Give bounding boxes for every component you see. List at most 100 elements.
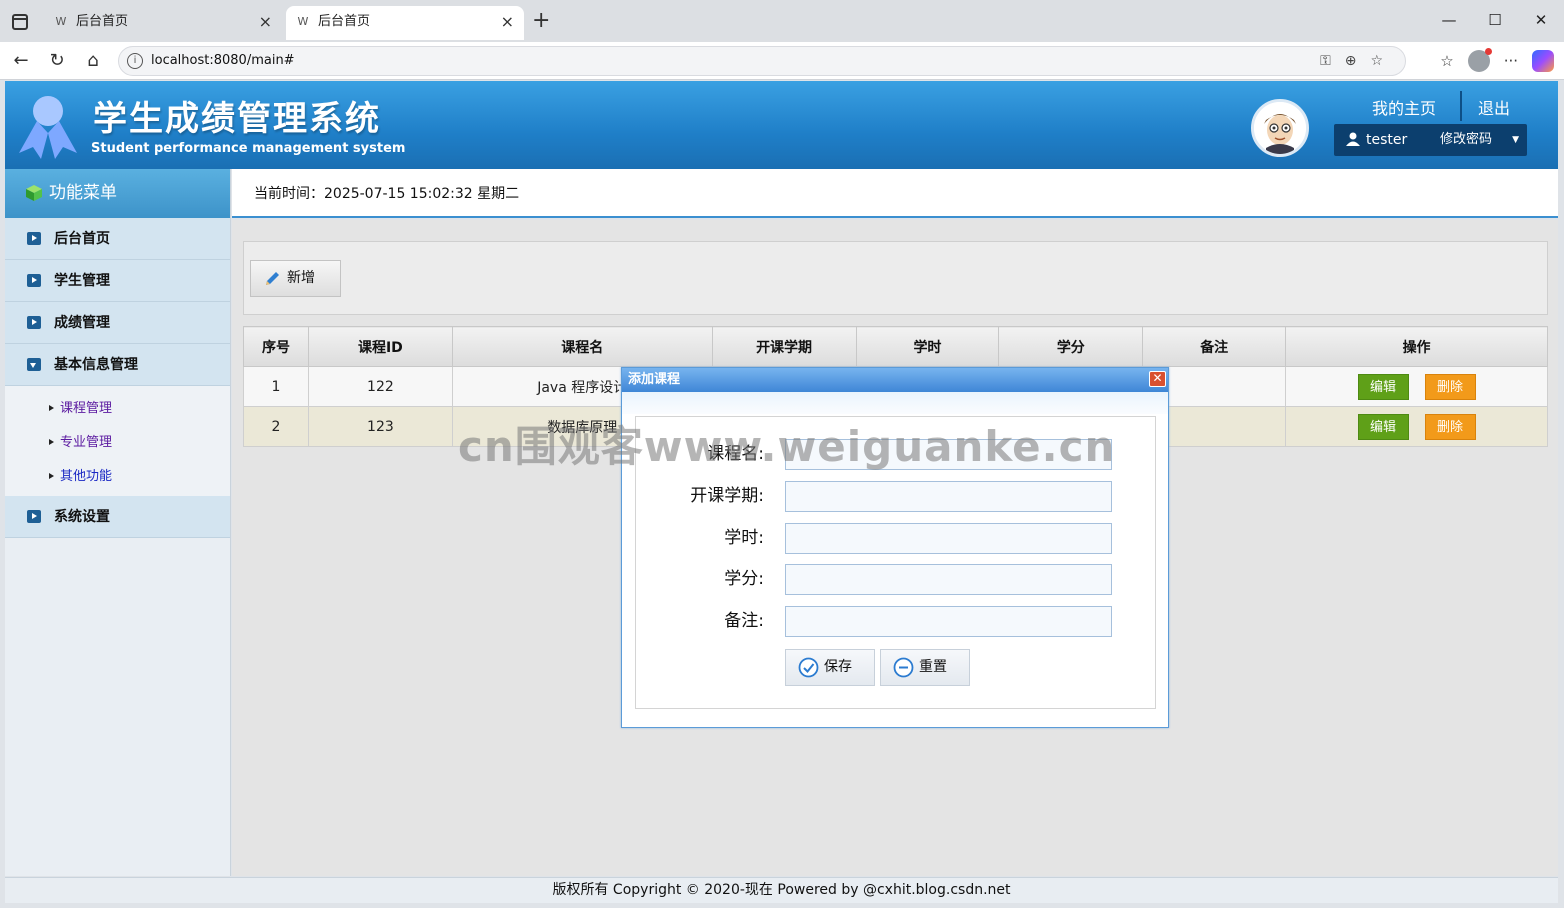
sidebar-subitem-majors[interactable]: 专业管理 bbox=[5, 426, 230, 460]
term-row: 开课学期: bbox=[636, 481, 1156, 512]
sidebar-item-dashboard[interactable]: 后台首页 bbox=[5, 218, 230, 260]
column-header[interactable]: 学分 bbox=[998, 326, 1144, 367]
avatar-face-icon bbox=[1254, 102, 1306, 154]
menu-title-label: 功能菜单 bbox=[49, 183, 117, 203]
favicon-icon: W bbox=[55, 15, 67, 28]
delete-button[interactable]: 删除 bbox=[1424, 373, 1476, 400]
close-tab-icon[interactable]: × bbox=[259, 6, 272, 38]
hours-input[interactable] bbox=[785, 523, 1112, 554]
course-name-row: 课程名: bbox=[636, 439, 1156, 470]
username: tester bbox=[1366, 132, 1408, 148]
column-header[interactable]: 序号 bbox=[243, 326, 309, 367]
edit-button[interactable]: 编辑 bbox=[1357, 413, 1409, 440]
sidebar-item-settings[interactable]: 系统设置 bbox=[5, 496, 230, 538]
cell-course-id: 122 bbox=[307, 366, 453, 407]
edit-button[interactable]: 编辑 bbox=[1357, 373, 1409, 400]
chevron-down-icon[interactable]: ▼ bbox=[1512, 124, 1519, 156]
column-header: 操作 bbox=[1285, 326, 1548, 367]
minus-circle-icon bbox=[893, 657, 914, 678]
credit-label: 学分: bbox=[724, 569, 764, 589]
pencil-icon bbox=[266, 272, 279, 285]
term-input[interactable] bbox=[785, 481, 1112, 512]
more-icon[interactable]: ··· bbox=[1504, 52, 1518, 70]
profile-icon[interactable] bbox=[1467, 48, 1492, 72]
sidebar-item-students[interactable]: 学生管理 bbox=[5, 260, 230, 302]
term-label: 开课学期: bbox=[690, 486, 764, 506]
url-text: localhost:8080/main# bbox=[151, 53, 295, 68]
toolbar: 新增 bbox=[243, 241, 1548, 315]
site-info-icon[interactable]: i bbox=[127, 53, 143, 69]
my-home-link[interactable]: 我的主页 bbox=[1372, 95, 1436, 119]
remark-input[interactable] bbox=[785, 606, 1112, 637]
column-header[interactable]: 备注 bbox=[1142, 326, 1287, 367]
credit-input[interactable] bbox=[785, 564, 1112, 595]
user-icon bbox=[1346, 132, 1360, 146]
remark-label: 备注: bbox=[724, 611, 764, 631]
browser-tab-1[interactable]: W 后台首页 × bbox=[44, 6, 282, 40]
course-name-label: 课程名: bbox=[707, 444, 764, 464]
cube-icon bbox=[26, 185, 42, 201]
dialog-form: 课程名: 开课学期: 学时: 学分: 备注: 保存 重置 bbox=[635, 416, 1156, 709]
menu-title: 功能菜单 bbox=[5, 169, 230, 218]
delete-button[interactable]: 删除 bbox=[1424, 413, 1476, 440]
close-icon[interactable]: ✕ bbox=[1149, 371, 1166, 387]
reset-button-label: 重置 bbox=[919, 659, 947, 675]
sidebar-item-label: 基本信息管理 bbox=[54, 357, 138, 373]
tab-actions-icon[interactable] bbox=[12, 14, 28, 30]
avatar bbox=[1251, 99, 1309, 157]
hours-label: 学时: bbox=[724, 528, 764, 548]
arrow-right-icon bbox=[27, 232, 41, 245]
browser-tab-2[interactable]: W 后台首页 × bbox=[286, 6, 524, 40]
column-header[interactable]: 课程ID bbox=[307, 326, 453, 367]
credit-row: 学分: bbox=[636, 564, 1156, 595]
minimize-icon[interactable]: — bbox=[1426, 0, 1472, 42]
header-divider bbox=[1460, 91, 1462, 121]
current-time: 当前时间：2025-07-15 15:02:32 星期二 bbox=[254, 186, 520, 202]
cell-index: 2 bbox=[243, 406, 309, 447]
url-field[interactable]: i localhost:8080/main# ⚿⊕☆ bbox=[118, 46, 1406, 76]
reload-icon[interactable]: ↻ bbox=[44, 48, 70, 74]
sidebar-item-label: 学生管理 bbox=[54, 273, 110, 289]
close-window-icon[interactable]: ✕ bbox=[1518, 0, 1564, 42]
dialog-band bbox=[622, 392, 1168, 414]
sidebar-item-label: 后台首页 bbox=[54, 231, 110, 247]
reset-button[interactable]: 重置 bbox=[880, 649, 970, 686]
home-icon[interactable]: ⌂ bbox=[80, 48, 106, 74]
favorites-icon[interactable]: ☆ bbox=[1440, 52, 1453, 70]
dialog-titlebar[interactable]: 添加课程 ✕ bbox=[622, 368, 1168, 392]
app-header: 学生成绩管理系统 Student performance management … bbox=[5, 81, 1558, 169]
sidebar-subitem-courses[interactable]: 课程管理 bbox=[5, 392, 230, 426]
cell-actions: 编辑 删除 bbox=[1285, 406, 1548, 447]
system-subtitle: Student performance management system bbox=[91, 141, 406, 156]
user-menu[interactable]: tester 修改密码 ▼ bbox=[1334, 124, 1527, 156]
logout-link[interactable]: 退出 bbox=[1478, 95, 1510, 119]
arrow-down-icon bbox=[27, 358, 41, 371]
save-button[interactable]: 保存 bbox=[785, 649, 875, 686]
table-header-row: 序号 课程ID 课程名 开课学期 学时 学分 备注 操作 bbox=[243, 326, 1548, 367]
sidebar-item-scores[interactable]: 成绩管理 bbox=[5, 302, 230, 344]
current-time-bar: 当前时间：2025-07-15 15:02:32 星期二 bbox=[232, 169, 1558, 218]
add-button-label: 新增 bbox=[287, 270, 315, 286]
back-icon[interactable]: ← bbox=[8, 48, 34, 74]
column-header[interactable]: 课程名 bbox=[451, 326, 713, 367]
favicon-icon: W bbox=[297, 15, 309, 28]
address-actions[interactable]: ⚿⊕☆ bbox=[1320, 47, 1397, 75]
cell-course-id: 123 bbox=[307, 406, 453, 447]
column-header[interactable]: 学时 bbox=[855, 326, 1000, 367]
sidebar-subitem-other[interactable]: 其他功能 bbox=[5, 460, 230, 494]
sidebar-item-label: 成绩管理 bbox=[54, 315, 110, 331]
course-name-input[interactable] bbox=[785, 439, 1112, 470]
copilot-icon[interactable] bbox=[1532, 50, 1554, 72]
sidebar-item-basic-info[interactable]: 基本信息管理 bbox=[5, 344, 230, 386]
sidebar: 功能菜单 后台首页 学生管理 成绩管理 基本信息管理 课程管理 专业管理 其他功… bbox=[5, 169, 231, 876]
close-tab-icon[interactable]: × bbox=[501, 6, 514, 38]
cell-actions: 编辑 删除 bbox=[1285, 366, 1548, 407]
new-tab-button[interactable]: + bbox=[532, 6, 550, 36]
maximize-icon[interactable]: ☐ bbox=[1472, 0, 1518, 42]
add-button[interactable]: 新增 bbox=[250, 260, 341, 297]
basic-info-submenu: 课程管理 专业管理 其他功能 bbox=[5, 386, 230, 496]
column-header[interactable]: 开课学期 bbox=[711, 326, 857, 367]
change-password-link[interactable]: 修改密码 bbox=[1440, 124, 1492, 156]
tab-title: 后台首页 bbox=[76, 14, 129, 29]
check-circle-icon bbox=[798, 657, 819, 678]
